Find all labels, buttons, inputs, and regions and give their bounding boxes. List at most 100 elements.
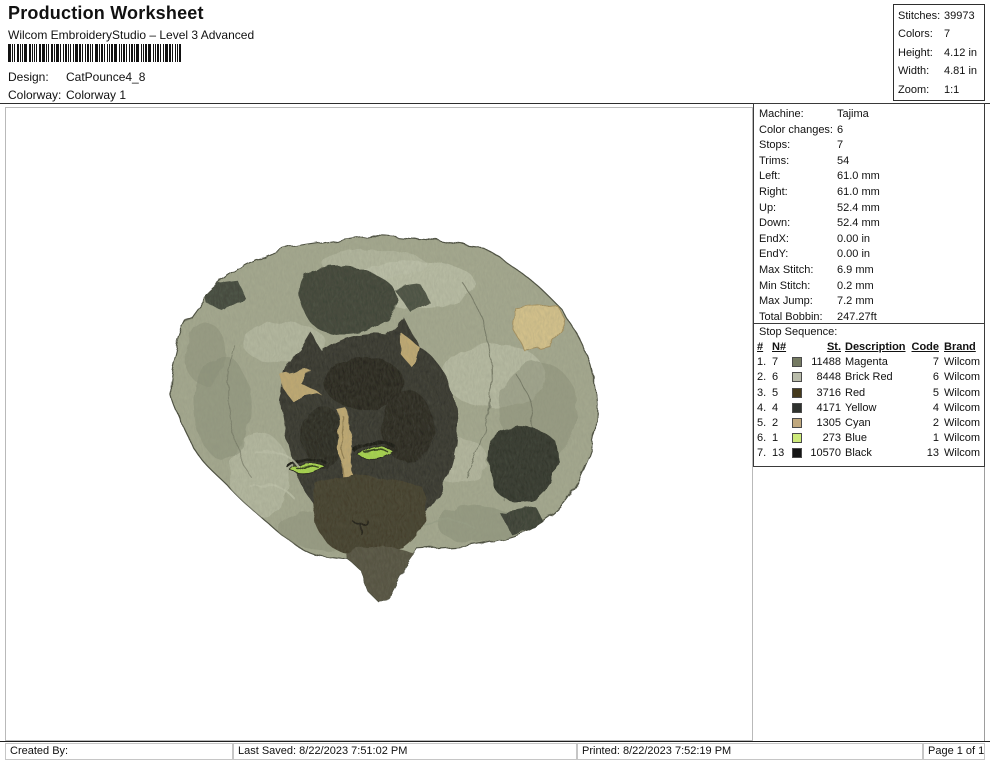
design-summary-box: Stitches: 39973 Colors: 7 Height: 4.12 i…: [893, 4, 985, 101]
thread-brand: Wilcom: [944, 371, 981, 384]
info-label: Stops:: [759, 139, 791, 152]
info-row: Width: 4.81 in: [898, 62, 984, 80]
info-row: Down: 52.4 mm: [754, 216, 984, 232]
thread-brand: Wilcom: [944, 401, 981, 414]
info-value: 4.81 in: [944, 65, 978, 78]
thread-code: 5: [932, 386, 939, 399]
info-row: Max Jump: 7.2 mm: [754, 294, 984, 310]
stop-sequence-rows: 1. 7 11488 Magenta 7 Wilcom 2. 6 8448 Br…: [757, 355, 984, 461]
stop-sequence-row: 7. 13 10570 Black 13 Wilcom: [757, 446, 984, 461]
machine-info-rows: Machine: Tajima Color changes: 6 Stops: …: [754, 104, 984, 323]
stop-sequence-row: 4. 4 4171 Yellow 4 Wilcom: [757, 401, 984, 416]
page-right-edge: [984, 467, 985, 741]
info-row: Stitches: 39973: [898, 7, 984, 25]
col-code: Code: [911, 341, 940, 353]
info-row: Max Stitch: 6.9 mm: [754, 263, 984, 279]
thread-brand: Wilcom: [944, 356, 981, 369]
info-row: Total Bobbin: 247.27ft: [754, 310, 984, 323]
col-needle: N#: [772, 341, 787, 353]
col-swatch-spacer: [791, 340, 807, 355]
thread-description: Black: [845, 447, 872, 460]
needle-number: 13: [772, 447, 785, 460]
info-value: 1:1: [944, 83, 960, 96]
stop-sequence-row: 5. 2 1305 Cyan 2 Wilcom: [757, 416, 984, 431]
stitch-count: 10570: [810, 447, 841, 460]
software-name: Wilcom EmbroideryStudio – Level 3 Advanc…: [8, 28, 255, 42]
footer-divider: [0, 741, 990, 742]
info-row: Right: 61.0 mm: [754, 185, 984, 201]
thread-description: Cyan: [845, 417, 871, 430]
info-row: Height: 4.12 in: [898, 44, 984, 62]
info-label: Right:: [759, 185, 788, 198]
info-value: 54: [837, 154, 850, 167]
col-stitches: St.: [826, 341, 841, 353]
thread-code: 13: [926, 447, 939, 460]
info-row: EndX: 0.00 in: [754, 232, 984, 248]
info-label: Left:: [759, 170, 781, 183]
info-row: Zoom: 1:1: [898, 81, 984, 99]
stop-sequence-row: 1. 7 11488 Magenta 7 Wilcom: [757, 355, 984, 370]
info-value: 52.4 mm: [837, 217, 880, 230]
info-label: Max Jump:: [759, 295, 813, 308]
info-value: 0.00 in: [837, 248, 871, 261]
design-value: CatPounce4_8: [66, 70, 146, 84]
stitch-count: 4171: [816, 401, 841, 414]
thread-code: 1: [932, 432, 939, 445]
info-value: 6.9 mm: [837, 263, 874, 276]
needle-number: 6: [772, 371, 779, 384]
info-value: 7.2 mm: [837, 295, 874, 308]
info-value: 61.0 mm: [837, 185, 880, 198]
needle-number: 5: [772, 386, 779, 399]
design-name-row: Design: CatPounce4_8: [8, 70, 145, 84]
info-label: Stitches:: [898, 10, 941, 22]
info-row: Colors: 7: [898, 25, 984, 43]
created-by-cell: Created By:: [5, 743, 233, 760]
footer-bar: Created By: Last Saved: 8/22/2023 7:51:0…: [5, 743, 985, 760]
thread-color-swatch: [792, 433, 802, 444]
info-label: EndX:: [759, 232, 789, 245]
info-row: Machine: Tajima: [754, 107, 984, 123]
stop-sequence-row: 3. 5 3716 Red 5 Wilcom: [757, 386, 984, 401]
info-row: Stops: 7: [754, 138, 984, 154]
stop-sequence-row: 2. 6 8448 Brick Red 6 Wilcom: [757, 370, 984, 385]
info-value: 39973: [944, 10, 975, 22]
thread-description: Brick Red: [845, 371, 893, 384]
info-value: 6: [837, 123, 844, 136]
last-saved-cell: Last Saved: 8/22/2023 7:51:02 PM: [233, 743, 577, 760]
info-value: 0.00 in: [837, 232, 871, 245]
needle-number: 4: [772, 401, 779, 414]
thread-description: Magenta: [845, 356, 888, 369]
stitch-count: 3716: [816, 386, 841, 399]
stop-sequence-row: 6. 1 273 Blue 1 Wilcom: [757, 431, 984, 446]
info-label: Width:: [898, 65, 930, 78]
thread-description: Blue: [845, 432, 868, 445]
info-label: Machine:: [759, 108, 804, 120]
info-value: Tajima: [837, 108, 869, 120]
page-title: Production Worksheet: [8, 3, 204, 23]
stop-number: 4.: [757, 401, 767, 414]
stop-sequence-header-row: # N# St. Description Code Brand: [757, 340, 984, 355]
info-label: EndY:: [759, 248, 789, 261]
stop-number: 2.: [757, 371, 767, 384]
thread-code: 7: [932, 356, 939, 369]
barcode-icon: [8, 44, 181, 62]
info-value: 4.12 in: [944, 46, 978, 59]
colorway-label: Colorway:: [8, 88, 62, 102]
info-label: Max Stitch:: [759, 263, 814, 276]
stop-sequence-table: # N# St. Description Code Brand 1. 7 114…: [754, 340, 984, 462]
thread-brand: Wilcom: [944, 432, 981, 445]
col-brand: Brand: [944, 341, 976, 353]
info-value: 7: [837, 139, 844, 152]
info-label: Zoom:: [898, 83, 930, 96]
info-value: 61.0 mm: [837, 170, 880, 183]
thread-color-swatch: [792, 387, 802, 398]
thread-color-swatch: [792, 448, 802, 459]
col-description: Description: [845, 341, 906, 353]
needle-number: 7: [772, 356, 779, 369]
info-label: Trims:: [759, 154, 790, 167]
stitch-count: 273: [822, 432, 841, 445]
thread-description: Yellow: [845, 401, 877, 414]
thread-description: Red: [845, 386, 866, 399]
info-row: Up: 52.4 mm: [754, 201, 984, 217]
info-value: 7: [944, 28, 951, 41]
